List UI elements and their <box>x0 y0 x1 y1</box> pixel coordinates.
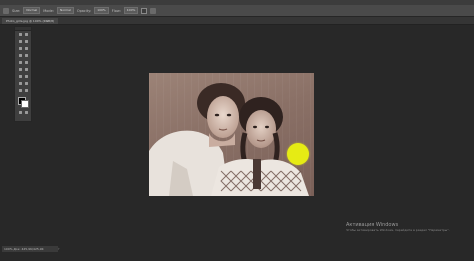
size-label: Size: <box>12 8 21 13</box>
move-tool-icon[interactable] <box>18 32 23 37</box>
quick-selection-tool-icon[interactable] <box>24 39 29 44</box>
eyedropper-tool-icon[interactable] <box>24 46 29 51</box>
history-brush-tool-icon[interactable] <box>24 60 29 65</box>
sample-all-layers-checkbox[interactable] <box>141 7 148 14</box>
crop-tool-icon[interactable] <box>18 46 23 51</box>
status-menu-arrow-icon[interactable]: › <box>58 246 60 251</box>
gradient-tool-icon[interactable] <box>24 67 29 72</box>
brush-preset-icon[interactable] <box>3 7 9 14</box>
size-dropdown[interactable]: Normal <box>23 7 41 14</box>
mode-dropdown[interactable]: Normal <box>56 7 74 14</box>
mode-label: Mode: <box>43 8 54 13</box>
shape-tool-icon[interactable] <box>24 88 29 93</box>
status-bar: 100% Док: 425,9K/425,9K <box>2 246 58 252</box>
document-tab[interactable]: Photo_girls.jpg @ 100% (RGB/8) <box>2 18 59 24</box>
marquee-tool-icon[interactable] <box>24 32 29 37</box>
document-canvas[interactable] <box>149 73 314 196</box>
path-selection-tool-icon[interactable] <box>18 88 23 93</box>
quick-mask-icon[interactable] <box>18 110 23 115</box>
type-tool-icon[interactable] <box>24 81 29 86</box>
flow-field[interactable]: 100% <box>123 7 139 14</box>
lasso-tool-icon[interactable] <box>18 39 23 44</box>
healing-brush-tool-icon[interactable] <box>18 53 23 58</box>
brush-cursor <box>287 143 309 165</box>
blur-tool-icon[interactable] <box>18 74 23 79</box>
opacity-label: Opacity: <box>76 8 92 13</box>
brush-tool-icon[interactable] <box>24 53 29 58</box>
tools-panel <box>14 26 32 122</box>
panel-grip[interactable] <box>15 27 31 31</box>
screen-mode-icon[interactable] <box>24 110 29 115</box>
options-bar: Size: Normal Mode: Normal Opacity: 100% … <box>0 5 474 17</box>
dodge-tool-icon[interactable] <box>24 74 29 79</box>
opacity-field[interactable]: 100% <box>94 7 109 14</box>
watermark-subtitle: Чтобы активировать Windows, перейдите в … <box>346 228 450 232</box>
clone-stamp-tool-icon[interactable] <box>18 60 23 65</box>
pen-tool-icon[interactable] <box>18 81 23 86</box>
background-color-swatch[interactable] <box>21 100 29 108</box>
close-icon[interactable]: × <box>46 19 49 23</box>
windows-activation-watermark: Активация Windows Чтобы активировать Win… <box>346 222 472 232</box>
vintage-portrait-photo <box>149 83 309 196</box>
flow-label: Flow: <box>111 8 121 13</box>
document-tab-bar: Photo_girls.jpg @ 100% (RGB/8) × <box>0 17 474 25</box>
pressure-icon[interactable] <box>150 7 157 14</box>
eraser-tool-icon[interactable] <box>18 67 23 72</box>
